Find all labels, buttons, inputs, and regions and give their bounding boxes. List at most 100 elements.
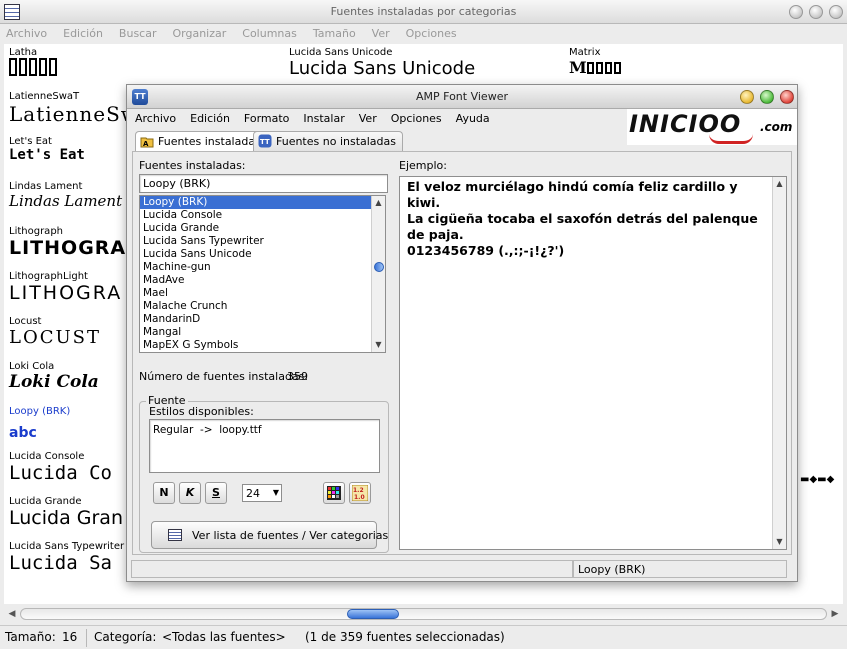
font-list-item[interactable]: Mael (140, 287, 385, 300)
font-cell[interactable]: Matrix M (569, 47, 623, 78)
scroll-left-icon[interactable]: ◀ (6, 607, 18, 621)
font-cell[interactable]: Lithograph LITHOGRA (9, 226, 126, 259)
menu-ver[interactable]: Ver (352, 109, 384, 125)
menu-instalar[interactable]: Instalar (296, 109, 351, 125)
font-name: Lithograph (9, 226, 63, 237)
scroll-right-icon[interactable]: ▶ (829, 607, 841, 621)
font-cell[interactable]: Let's Eat Let's Eat (9, 136, 85, 163)
menu-edicion[interactable]: Edición (183, 109, 237, 125)
status-bar: Tamaño: 16 Categoría: <Todas las fuentes… (0, 625, 847, 649)
tab-fuentes-no-instaladas[interactable]: TT Fuentes no instaladas (253, 131, 404, 151)
font-cell[interactable]: Lucida Sans Unicode Lucida Sans Unicode (289, 47, 475, 79)
bold-button[interactable]: N (153, 482, 175, 504)
underline-button[interactable]: S (205, 482, 227, 504)
styles-label: Estilos disponibles: (149, 405, 254, 418)
font-list-item[interactable]: Lucida Sans Typewriter (140, 235, 385, 248)
font-cell[interactable]: Lucida Sans Typewriter Lucida Sa (9, 541, 124, 574)
sample-text: El veloz murciélago hindú comía feliz ca… (407, 179, 758, 258)
font-name: Loki Cola (9, 361, 55, 372)
font-list-item[interactable]: Machine-gun (140, 261, 385, 274)
font-name: Lucida Sans Typewriter (9, 541, 125, 552)
menu-ayuda[interactable]: Ayuda (449, 109, 497, 125)
font-sample: LITHOGRA (9, 237, 127, 259)
styles-list[interactable]: Regular -> loopy.ttf (149, 419, 380, 473)
font-name: Matrix (569, 47, 601, 58)
font-list-item[interactable]: MadAve (140, 274, 385, 287)
font-list-item[interactable]: Malache Crunch (140, 300, 385, 313)
font-cell[interactable]: Locust LOCUST (9, 316, 101, 348)
minimize-button[interactable] (740, 90, 754, 104)
font-sample: abc (9, 425, 37, 441)
font-sample: Let's Eat (9, 147, 85, 163)
font-cell-selected[interactable]: Loopy (BRK) abc (9, 406, 70, 441)
font-cell[interactable]: Lucida Grande Lucida Gran (9, 496, 123, 529)
view-font-list-button[interactable]: Ver lista de fuentes / Ver categorias (151, 521, 388, 549)
horizontal-scrollbar[interactable]: ◀ ▶ (4, 605, 843, 623)
sample-label: Ejemplo: (399, 159, 447, 172)
zoom-button[interactable] (809, 5, 823, 19)
zoom-button[interactable] (760, 90, 774, 104)
font-list-item-selected[interactable]: Loopy (BRK) (140, 196, 385, 209)
char-map-button[interactable]: 1.2 1.0 (349, 482, 371, 504)
installed-font-list[interactable]: Loopy (BRK) Lucida Console Lucida Grande Lu… (139, 195, 386, 353)
scroll-down-icon[interactable]: ▼ (773, 536, 786, 548)
menu-organizar[interactable]: Organizar (164, 24, 234, 40)
truetype-icon: TT (258, 134, 272, 148)
inicioo-logo: INICIOO .com (627, 109, 797, 145)
font-list-item[interactable]: MapEX G Symbols (140, 339, 385, 352)
menu-buscar[interactable]: Buscar (111, 24, 165, 40)
svg-text:1.0: 1.0 (354, 494, 365, 501)
character-map-icon: 1.2 1.0 (351, 484, 369, 502)
scroll-up-icon[interactable]: ▲ (372, 197, 385, 209)
status-current-font: Loopy (BRK) (573, 560, 787, 578)
font-list-item[interactable]: Lucida Grande (140, 222, 385, 235)
close-button[interactable] (829, 5, 843, 19)
minimize-button[interactable] (789, 5, 803, 19)
scroll-track[interactable] (20, 608, 827, 620)
font-list-item[interactable]: Lucida Sans Unicode (140, 248, 385, 261)
font-sample: Lucida Sa (9, 552, 112, 574)
scroll-up-icon[interactable]: ▲ (773, 178, 786, 190)
font-name: Latha (9, 47, 38, 58)
font-name: Lucida Sans Unicode (289, 47, 393, 58)
font-size-select[interactable]: 24 ▼ (242, 484, 282, 502)
menu-tamano[interactable]: Tamaño (305, 24, 364, 40)
font-name: Lucida Grande (9, 496, 82, 507)
sample-vertical-scrollbar[interactable]: ▲ ▼ (772, 177, 786, 549)
dingbat-sample: ▬◆▬◆ (800, 474, 835, 485)
italic-button[interactable]: K (179, 482, 201, 504)
size-value: 16 (62, 630, 78, 644)
list-scroll-thumb[interactable] (374, 262, 384, 272)
color-grid-button[interactable] (323, 482, 345, 504)
menu-archivo[interactable]: Archivo (0, 24, 55, 40)
menu-columnas[interactable]: Columnas (234, 24, 305, 40)
menu-opciones[interactable]: Opciones (398, 24, 465, 40)
chevron-down-icon: ▼ (272, 488, 279, 497)
installed-fonts-label: Fuentes instaladas: (139, 159, 246, 172)
close-button[interactable] (780, 90, 794, 104)
tab-fuentes-instaladas[interactable]: A Fuentes instaladas (135, 131, 268, 151)
list-vertical-scrollbar[interactable]: ▲ ▼ (371, 196, 385, 352)
sample-text-area[interactable]: El veloz murciélago hindú comía feliz ca… (399, 176, 787, 550)
dialog-title: AMP Font Viewer (416, 90, 508, 103)
menu-edicion[interactable]: Edición (55, 24, 111, 40)
scroll-thumb[interactable] (347, 609, 399, 619)
scroll-down-icon[interactable]: ▼ (372, 339, 385, 351)
font-list-item[interactable]: MandarinD (140, 313, 385, 326)
menu-formato[interactable]: Formato (237, 109, 297, 125)
menu-archivo[interactable]: Archivo (127, 109, 183, 125)
font-search-input[interactable]: Loopy (BRK) (139, 174, 388, 193)
font-cell[interactable]: Lucida Console Lucida Co (9, 451, 112, 484)
font-name: Loopy (BRK) (9, 406, 71, 417)
menu-opciones[interactable]: Opciones (384, 109, 449, 125)
font-list-item[interactable]: Lucida Console (140, 209, 385, 222)
menu-ver[interactable]: Ver (364, 24, 398, 40)
font-cell[interactable]: Latha (9, 47, 59, 79)
status-segment-empty (131, 560, 573, 578)
font-sample: Lucida Sans Unicode (289, 58, 476, 79)
font-list-item[interactable]: Mangal (140, 326, 385, 339)
font-cell[interactable]: LithographLight LITHOGRA (9, 271, 122, 304)
font-cell[interactable]: Loki Cola Loki Cola (9, 361, 99, 392)
font-cell[interactable]: Lindas Lament Lindas Lament (9, 181, 122, 210)
font-sample: Loki Cola (9, 372, 99, 392)
